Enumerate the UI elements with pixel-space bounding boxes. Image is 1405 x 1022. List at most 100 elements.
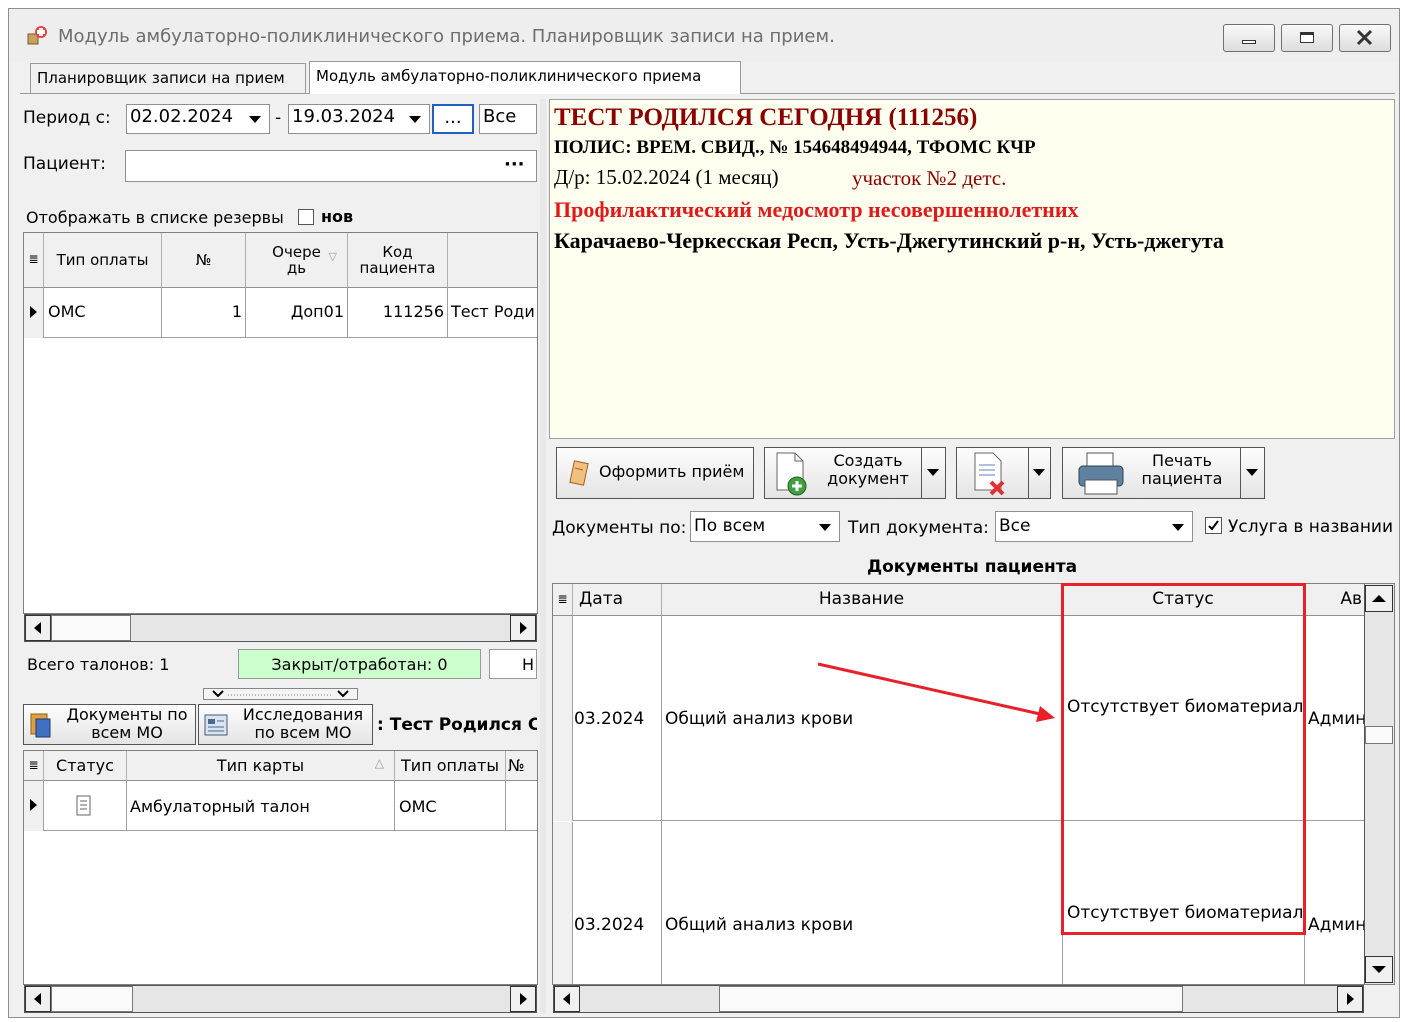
documents-line1: Документы по: [66, 705, 188, 724]
scroll-thumb[interactable]: [51, 615, 131, 641]
doc-type-select[interactable]: Все: [995, 511, 1193, 542]
docs-by-value: По всем: [694, 516, 766, 536]
scroll-up-button[interactable]: [1365, 585, 1393, 612]
scroll-left-button[interactable]: [25, 615, 51, 641]
summary-extra-badge: Н: [489, 649, 537, 679]
divider: [661, 616, 662, 984]
col-payment-type[interactable]: Тип оплаты: [44, 233, 162, 288]
tab-outpatient-module[interactable]: Модуль амбулаторно-поликлинического прие…: [309, 61, 741, 94]
col-card-payment[interactable]: Тип оплаты: [395, 751, 506, 781]
cell-doc-author: Админ: [1308, 915, 1364, 935]
sort-icon: △: [374, 756, 384, 770]
print-patient-button[interactable]: Печать пациента: [1062, 447, 1265, 499]
col-patient-name[interactable]: [448, 233, 537, 288]
grid-menu-icon[interactable]: ≣: [553, 584, 573, 616]
print-patient-line2: пациента: [1141, 469, 1223, 489]
date-to-field[interactable]: 19.03.2024: [288, 104, 430, 134]
accept-visit-label: Оформить приём: [599, 462, 745, 481]
dropdown-split[interactable]: [921, 448, 945, 498]
docs-by-select[interactable]: По всем: [690, 511, 840, 542]
doc-type-value: Все: [999, 516, 1031, 536]
divider: [245, 288, 246, 338]
patient-dob: Д/р: 15.02.2024 (1 месяц): [554, 165, 779, 189]
scroll-right-button[interactable]: [1337, 986, 1363, 1012]
add-document-icon: [776, 452, 807, 496]
date-from-field[interactable]: 02.02.2024: [126, 104, 270, 134]
research-all-mo-button[interactable]: Исследования по всем МО: [198, 704, 373, 745]
maximize-button[interactable]: [1281, 24, 1333, 52]
service-in-name-text: Услуга в названии: [1228, 517, 1394, 537]
chevron-down-icon: [1172, 524, 1184, 531]
col-queue[interactable]: Очере дь ▽: [246, 233, 348, 288]
patient-search-input[interactable]: [125, 150, 537, 182]
row-indicator: [553, 616, 573, 821]
date-to-value: 19.03.2024: [292, 106, 396, 127]
create-document-line2: документ: [827, 469, 909, 489]
delete-document-icon: [974, 452, 1005, 496]
scroll-down-button[interactable]: [1365, 956, 1393, 983]
delete-document-button[interactable]: [956, 447, 1051, 499]
accept-visit-button[interactable]: Оформить приём: [556, 447, 754, 499]
dropdown-split[interactable]: [1240, 448, 1264, 498]
period-label: Период с:: [23, 108, 111, 128]
close-button[interactable]: [1339, 24, 1391, 52]
dropdown-split[interactable]: [1028, 448, 1050, 498]
grid-menu-icon[interactable]: ≣: [24, 751, 44, 781]
scroll-right-button[interactable]: [510, 986, 536, 1012]
panel-splitter[interactable]: [203, 688, 358, 700]
vertical-scrollbar[interactable]: [1364, 584, 1394, 984]
scroll-left-button[interactable]: [554, 986, 580, 1012]
reserves-checkbox[interactable]: [298, 209, 314, 225]
total-tickets: Всего талонов: 1: [27, 655, 170, 674]
doc-type-label: Тип документа:: [848, 518, 989, 538]
cell-doc-author: Админ: [1308, 709, 1364, 729]
documents-all-mo-button[interactable]: Документы по всем МО: [23, 704, 196, 745]
period-ellipsis-button[interactable]: ...: [432, 104, 474, 134]
col-number-label: №: [195, 250, 212, 269]
checkmark-icon: [1208, 520, 1219, 531]
scroll-thumb[interactable]: [51, 986, 133, 1012]
arrow-left-icon: [563, 993, 570, 1005]
col-card-status-label: Статус: [56, 755, 114, 775]
tab-scheduler[interactable]: Планировщик записи на прием: [30, 63, 306, 93]
minimize-icon: [1242, 40, 1256, 44]
chevron-down-icon[interactable]: [409, 116, 421, 123]
print-patient-line1: Печать: [1152, 451, 1212, 470]
grid-menu-icon[interactable]: ≣: [24, 233, 44, 288]
col-card-status[interactable]: Статус: [44, 751, 127, 781]
scroll-thumb[interactable]: [1365, 726, 1393, 744]
col-card-payment-label: Тип оплаты: [401, 755, 499, 775]
col-payment-type-label: Тип оплаты: [56, 250, 149, 269]
scroll-left-button[interactable]: [25, 986, 51, 1012]
arrow-right-icon: [1347, 993, 1354, 1005]
date-from-value: 02.02.2024: [130, 106, 234, 127]
create-document-button[interactable]: Создать документ: [764, 447, 946, 499]
col-doc-name[interactable]: Название: [662, 584, 1062, 616]
chevron-down-icon[interactable]: [249, 116, 261, 123]
vertical-splitter[interactable]: [540, 99, 546, 1014]
scroll-thumb[interactable]: [719, 986, 1183, 1012]
divider: [505, 781, 506, 831]
closed-count-badge: Закрыт/отработан: 0: [238, 649, 481, 679]
col-card-type-label: Тип карты: [216, 755, 305, 775]
col-number[interactable]: №: [162, 233, 246, 288]
scroll-right-button[interactable]: [510, 615, 536, 641]
all-filter-field[interactable]: Все: [479, 104, 537, 134]
patient-address: Карачаево-Черкесская Респ, Усть-Джегутин…: [554, 228, 1224, 253]
research-line2: по всем МО: [254, 723, 352, 743]
patient-browse-button[interactable]: ···: [504, 154, 525, 175]
col-card-number[interactable]: №: [506, 751, 537, 781]
service-in-name-checkbox[interactable]: [1205, 517, 1222, 534]
cell-doc-name: Общий анализ крови: [665, 915, 854, 935]
col-doc-author-label: Ав: [1340, 589, 1362, 610]
sort-icon: ▽: [328, 250, 337, 263]
col-patient-code[interactable]: Код пациента: [348, 233, 448, 288]
new-label: нов: [321, 207, 354, 226]
row-indicator-icon: [24, 288, 44, 338]
col-card-type[interactable]: Тип карты △: [127, 751, 395, 781]
research-icon: [204, 714, 228, 736]
col-doc-date[interactable]: Дата: [573, 584, 662, 616]
minimize-button[interactable]: [1223, 24, 1275, 52]
documents-icon: [30, 713, 51, 738]
col-doc-author[interactable]: Ав: [1305, 584, 1364, 616]
